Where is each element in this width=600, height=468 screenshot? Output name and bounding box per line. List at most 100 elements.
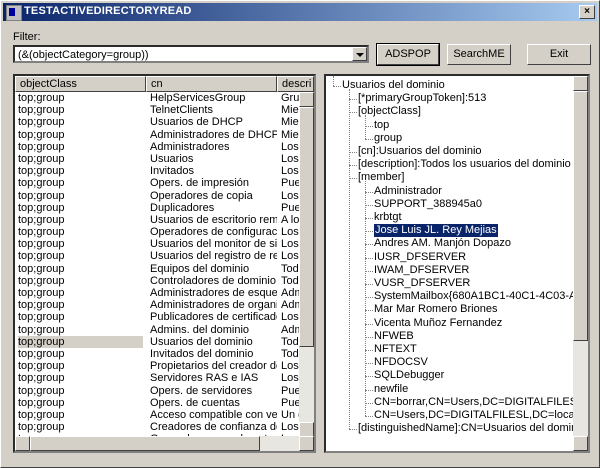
tree-node[interactable]: VUSR_DFSERVER (374, 277, 470, 290)
tree-connector (365, 204, 373, 206)
tree-node[interactable]: SQLDebugger (374, 369, 444, 382)
tree-node[interactable]: [cn]:Usuarios del dominio (358, 145, 482, 158)
searchme-button[interactable]: SearchME (447, 44, 511, 65)
cell-cn: Publicadores de certificados (150, 311, 277, 324)
table-row[interactable]: top;group Administradores Los ac (15, 141, 299, 153)
tree-node[interactable]: newfile (374, 383, 408, 396)
table-row[interactable]: top;group Invitados del dominio Todos (15, 348, 299, 360)
list-vertical-thumb[interactable] (299, 107, 314, 347)
tree-node[interactable]: NFTEXT (374, 343, 417, 356)
cell-objectclass: top;group (18, 128, 65, 141)
cell-cn: TelnetClients (150, 104, 213, 117)
table-row[interactable]: top;group TelnetClients Miemb (15, 104, 299, 116)
tree-node[interactable]: NFDOCSV (374, 356, 428, 369)
tree-node[interactable]: [*primaryGroupToken]:513 (358, 92, 486, 105)
tree-node[interactable]: CN=Users,DC=DIGITALFILESL,DC=local (374, 409, 573, 422)
table-row[interactable]: top;group HelpServicesGroup Grupc (15, 92, 299, 104)
results-listview[interactable]: objectClass cn descri top;group HelpServi… (13, 74, 316, 453)
cell-description: Todas (281, 262, 299, 275)
tree-node[interactable]: Usuarios del dominio (342, 79, 445, 92)
table-row[interactable]: top;group Invitados Los in (15, 165, 299, 177)
table-row[interactable]: top;group Administradores de organiz... Ad… (15, 299, 299, 311)
table-row[interactable]: top;group Admins. del dominio Admin (15, 324, 299, 336)
scroll-down-button[interactable] (299, 422, 314, 437)
cell-cn: Opers. de impresión (150, 177, 250, 190)
table-row[interactable]: top;group Usuarios del monitor de sist...… (15, 238, 299, 250)
table-row[interactable]: top;group Servidores RAS e IAS Los se (15, 372, 299, 384)
list-vertical-scrollbar[interactable] (299, 92, 314, 437)
tree-node[interactable]: NFWEB (374, 330, 414, 343)
tree-vertical-thumb[interactable] (573, 91, 588, 341)
filter-combobox[interactable]: (&(objectCategory=group)) (13, 45, 369, 63)
list-horizontal-thumb[interactable] (30, 436, 260, 451)
table-row[interactable]: top;group Operadores de copia Los op (15, 190, 299, 202)
cell-cn: Usuarios (150, 152, 194, 165)
table-row[interactable]: top;group Usuarios de DHCP Miemb (15, 116, 299, 128)
list-horizontal-scrollbar[interactable] (15, 436, 314, 451)
column-header-objectclass[interactable]: objectClass (15, 76, 146, 92)
table-row[interactable]: top;group Usuarios de escritorio remoto A … (15, 214, 299, 226)
tree-node[interactable]: SystemMailbox{680A1BC1-40C1-4C03-A0D1-A6… (374, 290, 573, 303)
tree-node[interactable]: CN=borrar,CN=Users,DC=DIGITALFILESL,DC=l… (374, 396, 573, 409)
cell-description: Los op (281, 189, 299, 202)
tree-node[interactable]: IUSR_DFSERVER (374, 251, 466, 264)
tree-scroll-up-button[interactable] (573, 76, 588, 91)
table-row[interactable]: top;group Propietarios del creador de ...… (15, 360, 299, 372)
table-row[interactable]: top;group Operadores de configuraci... Los… (15, 226, 299, 238)
exit-button[interactable]: Exit (527, 44, 591, 65)
cell-description: Grupc (281, 92, 299, 104)
tree-node[interactable]: Andres AM. Manjón Dopazo (374, 237, 511, 250)
table-row[interactable]: top;group Administradores de esquema Admin (15, 287, 299, 299)
tree-node[interactable]: Mar Mar Romero Briones (374, 303, 497, 316)
chevron-down-icon[interactable] (352, 47, 367, 61)
table-row[interactable]: top;group Controladores de dominio Todos (15, 275, 299, 287)
table-row[interactable]: top;group Acceso compatible con ver... Un … (15, 409, 299, 421)
title-bar[interactable]: TESTACTIVEDIRECTORYREAD × (3, 3, 597, 21)
tree-node[interactable]: Jose Luis JL. Rey Mejias (373, 223, 499, 239)
tree-scroll-down-button[interactable] (573, 436, 588, 451)
table-row[interactable]: top;group Creadores de confianza de... Los… (15, 421, 299, 433)
tree-connector (365, 363, 373, 365)
close-button[interactable]: × (579, 5, 595, 19)
tree-node[interactable]: [description]:Todos los usuarios del dom… (358, 158, 571, 171)
cell-description: Los m (281, 311, 299, 324)
table-row[interactable]: top;group Publicadores de certificados Los… (15, 311, 299, 323)
scroll-left-button[interactable] (15, 436, 30, 451)
table-row[interactable]: top;group Opers. de servidores Puede (15, 385, 299, 397)
table-row[interactable]: top;group Usuarios del dominio Todos (15, 335, 299, 348)
tree-connector (365, 115, 366, 139)
table-row[interactable]: top;group Equipos del dominio Todas (15, 263, 299, 275)
tree-node[interactable]: SUPPORT_388945a0 (374, 198, 482, 211)
table-row[interactable]: top;group Administradores de DHCP Miemb (15, 129, 299, 141)
tree-node[interactable]: top (374, 119, 389, 132)
scroll-up-button[interactable] (299, 92, 314, 107)
tree-connector (365, 125, 373, 127)
column-header-description[interactable]: descri (277, 76, 314, 92)
cell-cn: Propietarios del creador de ... (150, 360, 277, 373)
tree-node[interactable]: [distinguishedName]:CN=Usuarios del domi… (358, 422, 573, 435)
tree-node[interactable]: IWAM_DFSERVER (374, 264, 469, 277)
cell-objectclass: top;group (18, 421, 65, 434)
tree-node[interactable]: Vicenta Muñoz Fernandez (374, 317, 502, 330)
table-row[interactable]: top;group Usuarios del registro de ren...… (15, 250, 299, 262)
table-row[interactable]: top;group Duplicadores Puede (15, 202, 299, 214)
filter-value[interactable]: (&(objectCategory=group)) (18, 49, 149, 61)
tree-vertical-scrollbar[interactable] (573, 76, 588, 451)
scroll-right-button[interactable] (299, 436, 314, 451)
table-row[interactable]: top;group Opers. de cuentas Puede (15, 397, 299, 409)
details-treeview[interactable]: Usuarios del dominio [*primaryGroupToken]… (324, 74, 590, 453)
cell-objectclass: top;group (18, 347, 65, 360)
tree-node[interactable]: [objectClass] (358, 105, 421, 118)
cell-cn: Equipos del dominio (150, 262, 250, 275)
cell-objectclass: top;group (18, 226, 65, 239)
cell-cn: Administradores de esquema (150, 287, 277, 299)
tree-node[interactable]: krbtgt (374, 211, 402, 224)
column-header-cn[interactable]: cn (146, 76, 277, 92)
cell-objectclass: top;group (18, 396, 65, 409)
tree-node[interactable]: group (374, 132, 402, 145)
tree-node[interactable]: Administrador (374, 185, 442, 198)
table-row[interactable]: top;group Usuarios Los us (15, 153, 299, 165)
cell-objectclass: top;group (18, 384, 65, 397)
adspop-button[interactable]: ADSPOP (376, 43, 440, 66)
table-row[interactable]: top;group Opers. de impresión Puede (15, 177, 299, 189)
